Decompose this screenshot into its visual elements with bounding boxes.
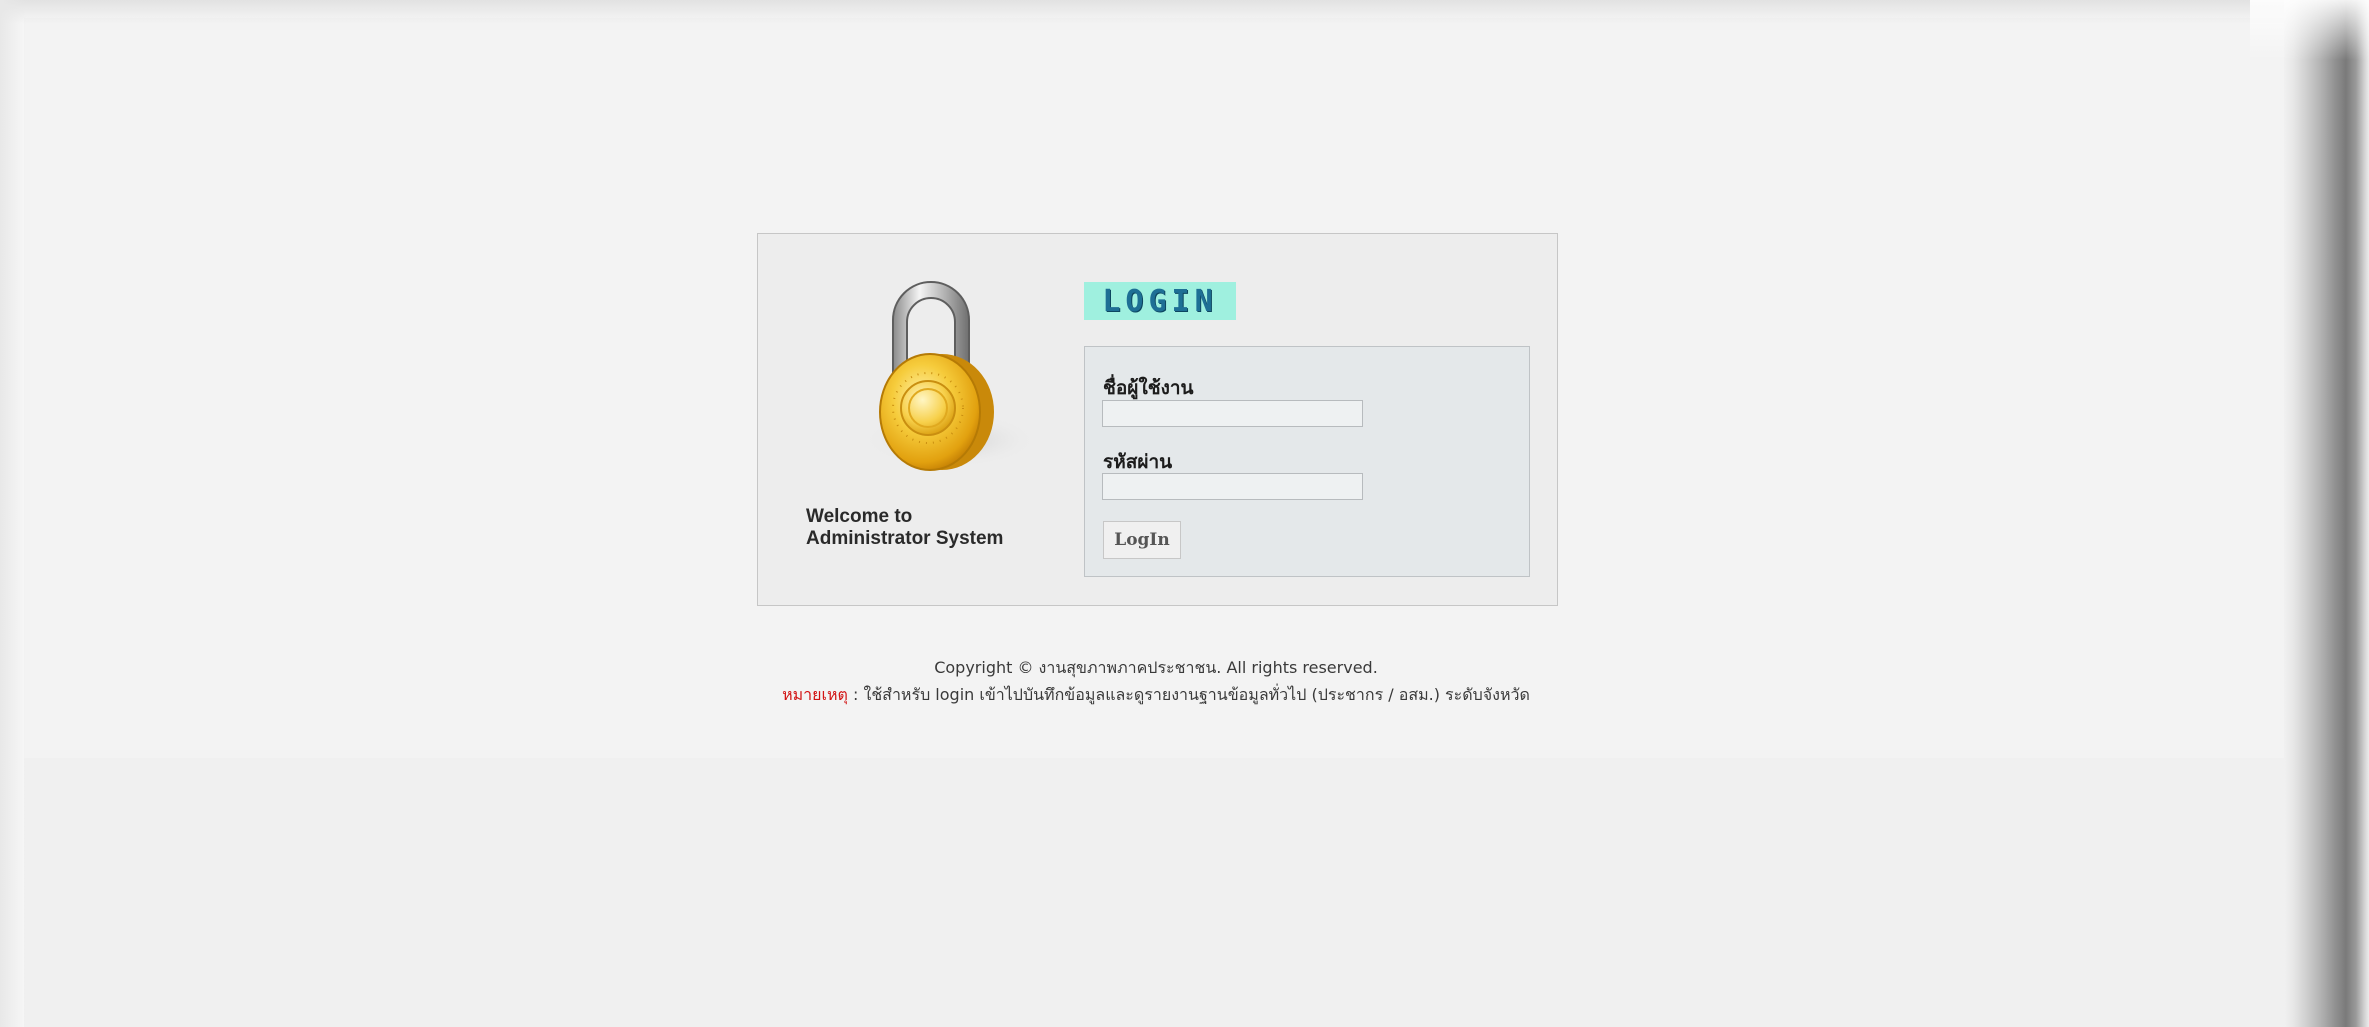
username-label: ชื่อผู้ใช้งาน <box>1103 377 1194 399</box>
padlock-icon <box>862 281 1038 471</box>
username-input[interactable] <box>1102 400 1363 427</box>
welcome-line-2: Administrator System <box>806 528 1004 549</box>
left-shadow <box>0 0 26 1027</box>
login-form: ชื่อผู้ใช้งาน รหัสผ่าน LogIn <box>1084 346 1530 577</box>
top-shadow <box>0 0 2369 24</box>
footer-note: หมายเหตุ : ใช้สำหรับ login เข้าไปบันทึกข… <box>24 683 2288 708</box>
right-frame-highlight <box>2250 0 2369 60</box>
login-logo: LOGIN <box>1084 282 1236 320</box>
page-lower-area <box>24 758 2288 1027</box>
right-window-frame <box>2284 0 2369 1027</box>
login-logo-text: LOGIN <box>1102 283 1218 319</box>
password-input[interactable] <box>1102 473 1363 500</box>
login-button[interactable]: LogIn <box>1103 521 1181 559</box>
note-text: : ใช้สำหรับ login เข้าไปบันทึกข้อมูลและด… <box>847 685 1530 704</box>
welcome-text: Welcome to Administrator System <box>806 506 1003 550</box>
copyright-text: Copyright © งานสุขภาพภาคประชาชน. All rig… <box>934 658 1378 677</box>
login-box: Welcome to Administrator System LOGIN ชื… <box>757 233 1558 606</box>
screen: Welcome to Administrator System LOGIN ชื… <box>0 0 2369 1027</box>
note-label: หมายเหตุ <box>782 685 848 704</box>
welcome-line-1: Welcome to <box>806 506 913 527</box>
